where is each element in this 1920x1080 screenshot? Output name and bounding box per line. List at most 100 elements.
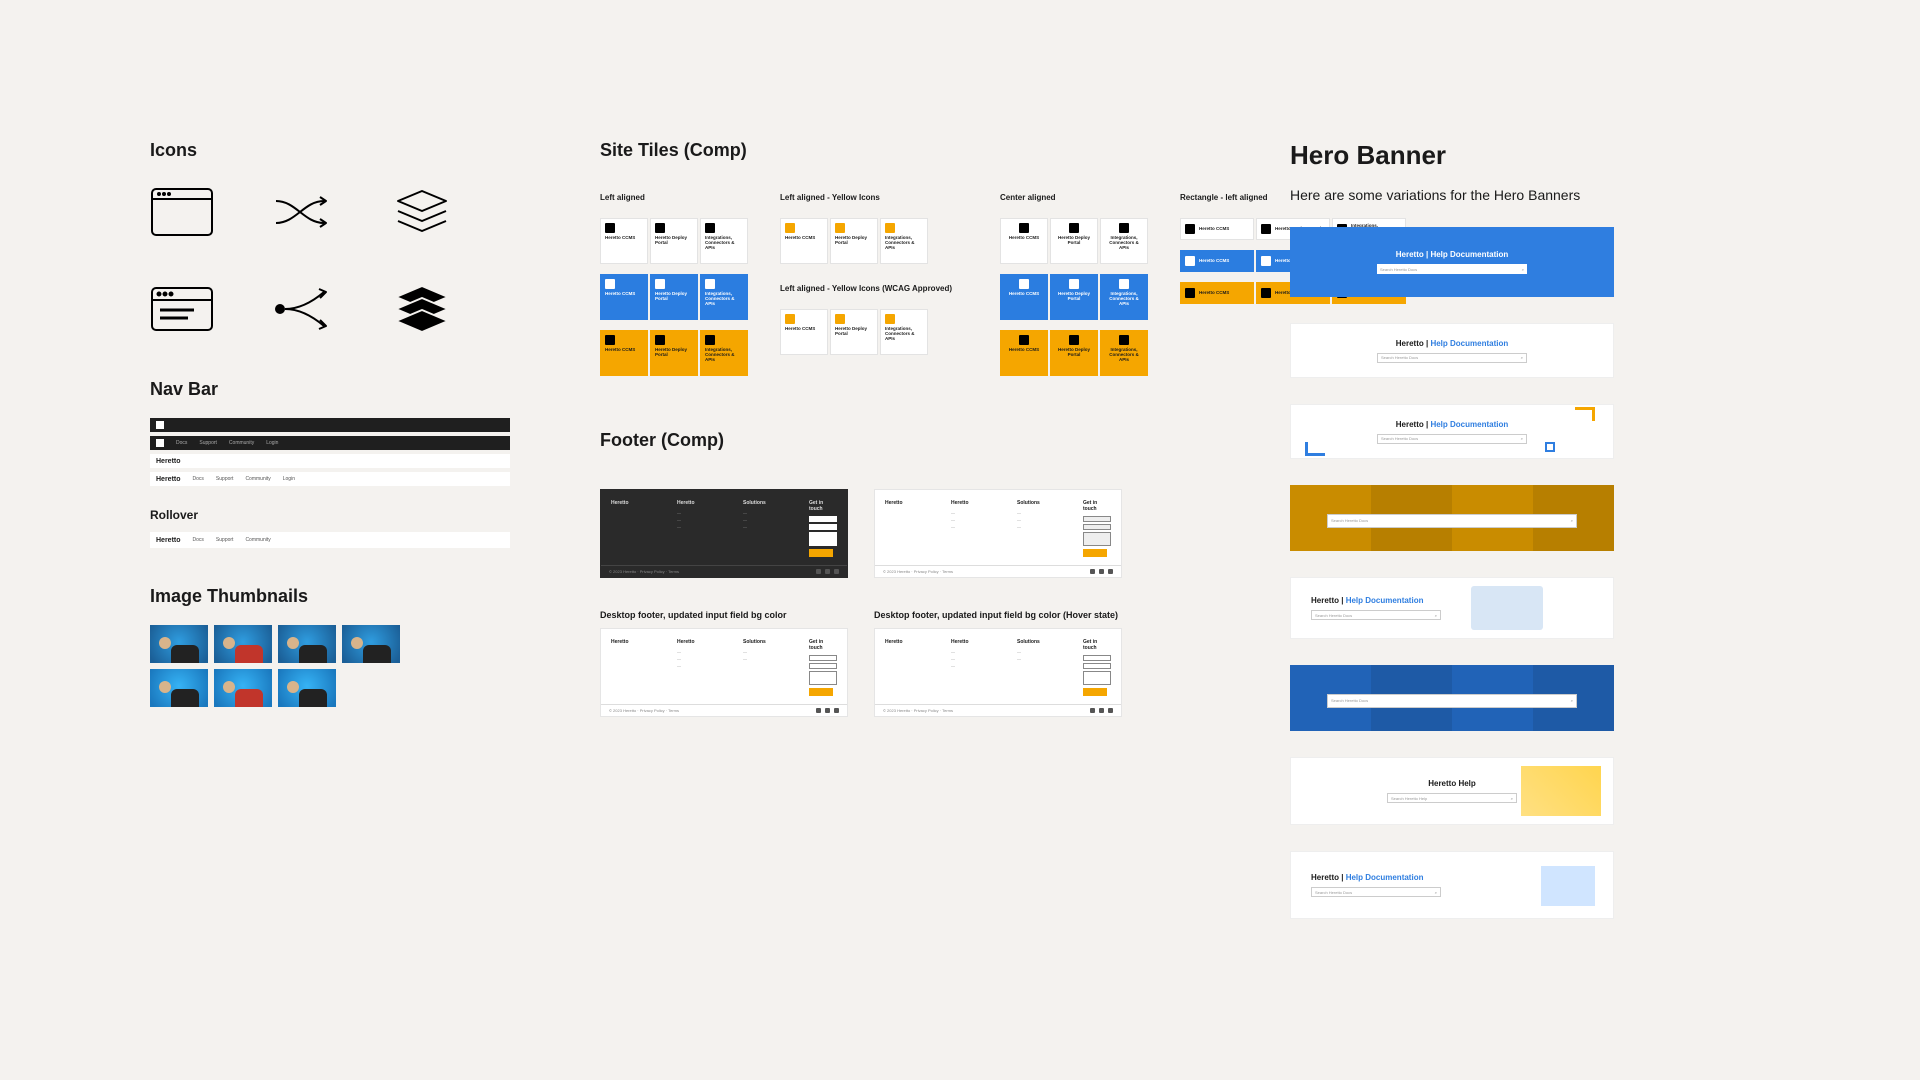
thumbnail[interactable] (214, 669, 272, 707)
footer-variant-label: Desktop footer, updated input field bg c… (874, 610, 1122, 620)
tile[interactable]: Integrations, Connectors & APIs (1100, 330, 1148, 376)
hero-title: Heretto | Help Documentation (1396, 420, 1508, 429)
tile[interactable]: Heretto CCMS (600, 274, 648, 320)
tile[interactable]: Heretto CCMS (1000, 274, 1048, 320)
nav-link[interactable]: Docs (193, 537, 204, 543)
tile[interactable]: Heretto Deploy Portal (1050, 274, 1098, 320)
nav-link[interactable]: Support (216, 537, 234, 543)
search-input[interactable]: Search Heretto Docs⌕ (1311, 887, 1441, 897)
nav-link[interactable]: Community (245, 537, 270, 543)
tile[interactable]: Heretto Deploy Portal (830, 218, 878, 264)
hero-photo-blue: Search Heretto Docs⌕ (1290, 665, 1614, 731)
thumbnail[interactable] (278, 625, 336, 663)
tile[interactable]: Integrations, Connectors & APIs (700, 218, 748, 264)
hero-title: Heretto | Help Documentation (1311, 596, 1423, 605)
split-icon (270, 280, 380, 341)
search-icon: ⌕ (1521, 355, 1523, 360)
tile[interactable]: Heretto CCMS (1000, 330, 1048, 376)
tile[interactable]: Integrations, Connectors & APIs (880, 218, 928, 264)
logo-icon (156, 421, 164, 429)
tile[interactable]: Heretto Deploy Portal (650, 274, 698, 320)
submit-button[interactable] (809, 688, 833, 696)
thumbnail[interactable] (150, 669, 208, 707)
tile[interactable]: Heretto Deploy Portal (650, 330, 698, 376)
hero-image (1471, 586, 1543, 630)
tile[interactable]: Heretto Deploy Portal (1050, 218, 1098, 264)
navbar-light-brand: Heretto (150, 454, 510, 468)
tile[interactable]: Heretto CCMS (1180, 250, 1254, 272)
search-input[interactable]: Search Heretto Docs⌕ (1377, 434, 1527, 444)
legal-text: © 2023 Heretto · Privacy Policy · Terms (883, 569, 953, 574)
hero-plain-white: Heretto | Help Documentation Search Here… (1290, 323, 1614, 378)
layers-solid-icon (390, 280, 500, 341)
navbar-dark-full: Docs Support Community Login (150, 436, 510, 450)
search-input[interactable]: Search Heretto Docs⌕ (1377, 353, 1527, 363)
search-input[interactable]: Search Heretto Docs⌕ (1377, 264, 1527, 274)
tile[interactable]: Heretto Deploy Portal (1050, 330, 1098, 376)
tile[interactable]: Integrations, Connectors & APIs (700, 274, 748, 320)
thumbnail[interactable] (278, 669, 336, 707)
nav-link[interactable]: Login (266, 440, 278, 446)
nav-link[interactable]: Docs (193, 476, 204, 482)
hero-title: Heretto | Help Documentation (1396, 339, 1508, 348)
search-input[interactable]: Search Heretto Docs⌕ (1311, 610, 1441, 620)
tile[interactable]: Heretto CCMS (600, 218, 648, 264)
thumbnails-heading: Image Thumbnails (150, 586, 510, 607)
thumbnail-grid (150, 625, 410, 707)
tile[interactable]: Heretto CCMS (600, 330, 648, 376)
tile[interactable]: Heretto CCMS (1180, 282, 1254, 304)
search-icon: ⌕ (1571, 698, 1573, 703)
nav-link[interactable]: Community (229, 440, 254, 446)
search-input[interactable]: Search Heretto Help⌕ (1387, 793, 1517, 803)
tile[interactable]: Integrations, Connectors & APIs (880, 309, 928, 355)
corner-accent-icon (1545, 442, 1555, 452)
tile[interactable]: Heretto Deploy Portal (650, 218, 698, 264)
illustration-icon (1521, 766, 1601, 816)
right-column: Hero Banner Here are some variations for… (1290, 140, 1670, 919)
tile[interactable]: Heretto CCMS (1000, 218, 1048, 264)
thumbnail[interactable] (214, 625, 272, 663)
legal-text: © 2023 Heretto · Privacy Policy · Terms (883, 708, 953, 713)
thumbnail[interactable] (150, 625, 208, 663)
legal-text: © 2023 Heretto · Privacy Policy · Terms (609, 569, 679, 574)
hero-help-illustration: Heretto Help Search Heretto Help⌕ (1290, 757, 1614, 825)
tile[interactable]: Heretto Deploy Portal (830, 309, 878, 355)
navbar-rollover: Heretto Docs Support Community (150, 532, 510, 548)
tile[interactable]: Integrations, Connectors & APIs (700, 330, 748, 376)
brand-text: Heretto (156, 476, 181, 483)
nav-link[interactable]: Support (216, 476, 234, 482)
hero-side-image: Heretto | Help Documentation Search Here… (1290, 577, 1614, 639)
thumbnail[interactable] (342, 625, 400, 663)
window-icon (150, 183, 260, 244)
search-input[interactable]: Search Heretto Docs⌕ (1327, 514, 1577, 528)
footer-dark: Heretto Heretto——— Solutions——— Get in t… (600, 489, 848, 578)
brand-text: Heretto (156, 537, 181, 544)
tile[interactable]: Integrations, Connectors & APIs (1100, 274, 1148, 320)
tile[interactable]: Heretto CCMS (1180, 218, 1254, 240)
tile[interactable]: Heretto CCMS (780, 309, 828, 355)
hero-title: Heretto | Help Documentation (1311, 873, 1423, 882)
search-icon: ⌕ (1571, 518, 1573, 523)
nav-link[interactable]: Docs (176, 440, 187, 446)
footer-row-2: Heretto Heretto——— Solutions—— Get in to… (600, 628, 1200, 717)
hero-title: Heretto Help (1428, 779, 1476, 788)
tile[interactable]: Integrations, Connectors & APIs (1100, 218, 1148, 264)
hero-solid-blue: Heretto | Help Documentation Search Here… (1290, 227, 1614, 297)
search-icon: ⌕ (1521, 436, 1523, 441)
variant-label: Left aligned (600, 193, 760, 202)
submit-button[interactable] (809, 549, 833, 557)
nav-link[interactable]: Community (245, 476, 270, 482)
submit-button[interactable] (1083, 688, 1107, 696)
footer-heading: Footer (Comp) (600, 430, 1200, 451)
footer-light-updated: Heretto Heretto——— Solutions—— Get in to… (600, 628, 848, 717)
layers-icon (390, 183, 500, 244)
submit-button[interactable] (1083, 549, 1107, 557)
hero-title: Heretto | Help Documentation (1396, 250, 1508, 259)
site-tiles-heading: Site Tiles (Comp) (600, 140, 1200, 161)
navbar-heading: Nav Bar (150, 379, 510, 400)
nav-link[interactable]: Support (199, 440, 217, 446)
search-input[interactable]: Search Heretto Docs⌕ (1327, 694, 1577, 708)
tile[interactable]: Heretto CCMS (780, 218, 828, 264)
nav-link[interactable]: Login (283, 476, 295, 482)
search-icon: ⌕ (1435, 890, 1437, 895)
